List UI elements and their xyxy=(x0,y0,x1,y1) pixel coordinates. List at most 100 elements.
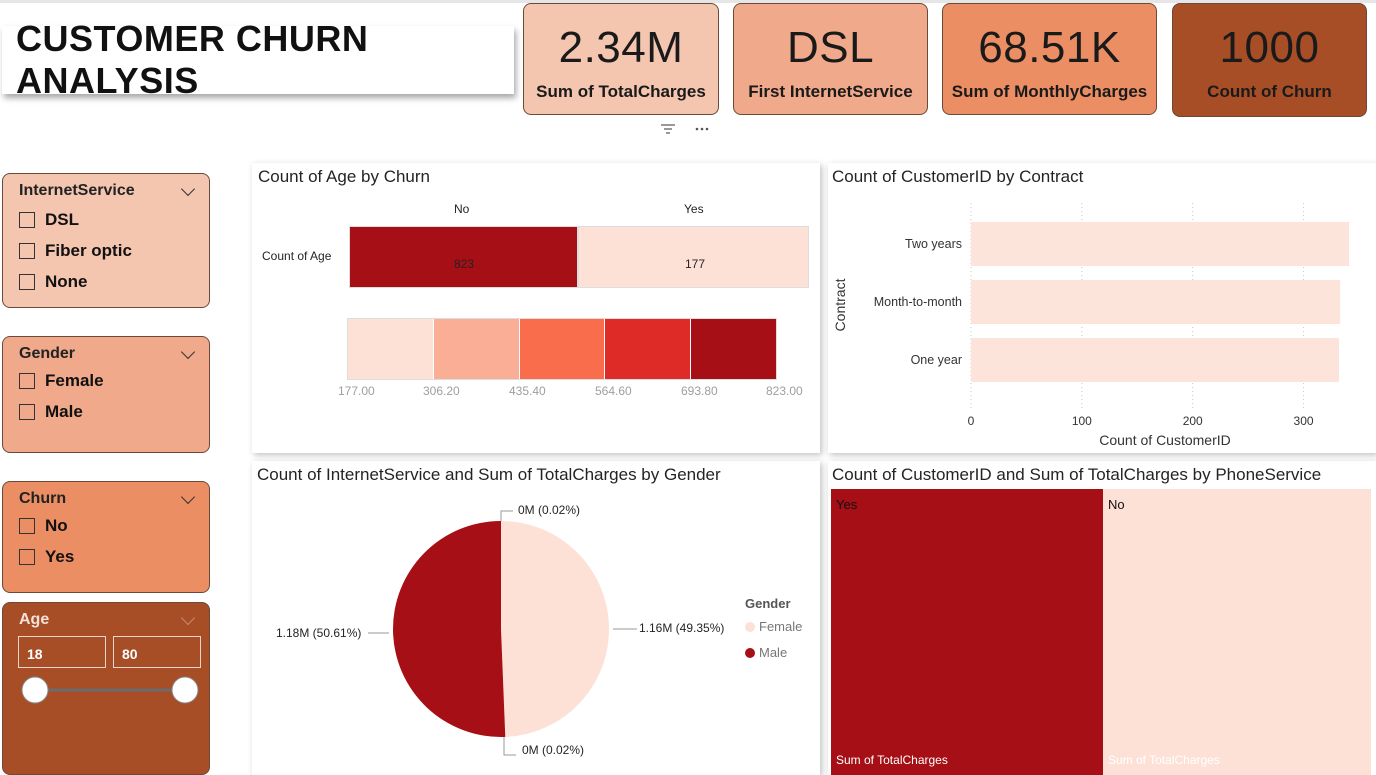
scale-tick: 306.20 xyxy=(423,384,460,398)
color-scale-legend xyxy=(347,318,777,380)
slider-handle-max[interactable] xyxy=(171,676,199,704)
slicer-option-dsl[interactable]: DSL xyxy=(19,204,209,235)
legend-title: Gender xyxy=(745,596,791,611)
card-value: 2.34M xyxy=(558,23,684,72)
slicer-option-male[interactable]: Male xyxy=(19,396,209,427)
pie-label-left: 1.18M (50.61%) xyxy=(276,626,362,640)
legend-marker xyxy=(745,621,755,632)
filter-icon[interactable] xyxy=(660,121,720,137)
y-axis-title: Contract xyxy=(832,278,848,331)
tile-sub-label: Sum of TotalCharges xyxy=(1108,753,1220,767)
card-total-charges[interactable]: 2.34M Sum of TotalCharges xyxy=(523,3,719,115)
card-count-churn[interactable]: 1000 Count of Churn xyxy=(1172,3,1367,117)
column-header-yes: Yes xyxy=(684,202,704,216)
y-tick-label: Month-to-month xyxy=(874,295,962,309)
card-value: 68.51K xyxy=(978,23,1121,72)
age-range-slider[interactable] xyxy=(18,674,203,706)
scale-swatch xyxy=(605,319,692,379)
card-value: DSL xyxy=(786,23,875,72)
column-header-no: No xyxy=(454,202,470,216)
scale-swatch xyxy=(691,319,776,379)
checkbox[interactable] xyxy=(19,242,35,259)
bar[interactable] xyxy=(971,222,1350,266)
scale-swatch xyxy=(519,319,606,379)
slicer-churn[interactable]: Churn No Yes xyxy=(2,481,210,593)
slicer-header: Churn xyxy=(19,490,67,507)
cell-value: 177 xyxy=(685,257,706,271)
matrix-cell-no[interactable]: 823 xyxy=(349,226,578,288)
row-header: Count of Age xyxy=(262,249,332,263)
card-first-internet-service[interactable]: DSL First InternetService xyxy=(733,3,928,115)
slicer-header: InternetService xyxy=(19,182,135,199)
legend-label: Female xyxy=(759,619,803,634)
slicer-option-yes[interactable]: Yes xyxy=(19,541,209,572)
slicer-header: Gender xyxy=(19,345,76,362)
card-monthly-charges[interactable]: 68.51K Sum of MonthlyCharges xyxy=(942,3,1157,115)
visual-title: Count of Age by Churn xyxy=(258,167,431,186)
age-min-input[interactable]: 18 xyxy=(18,636,106,668)
leader-line xyxy=(500,510,513,521)
legend-item-female[interactable]: Female xyxy=(745,619,802,634)
legend-marker xyxy=(745,647,755,658)
leader-line xyxy=(503,737,516,756)
pie-label-top: 0M (0.02%) xyxy=(518,503,581,517)
x-tick-label: 200 xyxy=(1183,414,1203,428)
scale-tick: 564.60 xyxy=(595,384,632,398)
card-label: Sum of TotalCharges xyxy=(536,82,706,101)
checkbox[interactable] xyxy=(19,403,35,420)
gender-pie-chart[interactable]: Count of InternetService and Sum of Tota… xyxy=(252,461,820,775)
age-max-input[interactable]: 80 xyxy=(113,636,201,668)
treemap-tile-yes[interactable]: Yes Sum of TotalCharges xyxy=(831,489,1103,775)
visual-header-icons xyxy=(660,121,720,140)
pie-slice[interactable] xyxy=(393,521,506,737)
treemap-tile-no[interactable]: No Sum of TotalCharges xyxy=(1103,489,1371,775)
report-title-box: CUSTOMER CHURN ANALYSIS xyxy=(2,18,514,101)
matrix-cell-yes[interactable]: 177 xyxy=(578,226,809,288)
bar[interactable] xyxy=(971,280,1341,324)
report-title: CUSTOMER CHURN ANALYSIS xyxy=(16,18,369,101)
matrix-visual[interactable]: Count of Age by Churn No Yes Count of Ag… xyxy=(252,163,820,453)
y-tick-label: Two years xyxy=(905,237,962,251)
scale-swatch xyxy=(433,319,520,379)
tile-label: No xyxy=(1108,497,1125,512)
x-tick-label: 100 xyxy=(1072,414,1092,428)
slider-handle-min[interactable] xyxy=(21,676,49,704)
x-tick-label: 0 xyxy=(968,414,975,428)
card-label: First InternetService xyxy=(748,82,913,101)
card-label: Count of Churn xyxy=(1207,82,1332,101)
checkbox[interactable] xyxy=(19,517,35,534)
tile-label: Yes xyxy=(836,497,858,512)
card-value: 1000 xyxy=(1219,23,1320,72)
scale-tick: 435.40 xyxy=(509,384,546,398)
slicer-gender[interactable]: Gender Female Male xyxy=(2,336,210,453)
scale-tick: 823.00 xyxy=(766,384,803,398)
pie-label-bottom: 0M (0.02%) xyxy=(522,743,585,757)
scale-tick: 177.00 xyxy=(338,384,375,398)
checkbox[interactable] xyxy=(19,211,35,228)
phone-service-treemap[interactable]: Count of CustomerID and Sum of TotalChar… xyxy=(828,461,1376,775)
checkbox[interactable] xyxy=(19,548,35,565)
contract-chart-canvas: 0 100 200 300 Two years Month-to-month One yea… xyxy=(832,203,1350,448)
slicer-option-female[interactable]: Female xyxy=(19,365,209,396)
contract-bar-chart[interactable]: Count of CustomerID by Contract 0 100 200 3… xyxy=(828,163,1376,453)
scale-tick: 693.80 xyxy=(681,384,718,398)
pie-slice[interactable] xyxy=(501,521,610,737)
checkbox[interactable] xyxy=(19,273,35,290)
bar[interactable] xyxy=(971,338,1340,382)
checkbox[interactable] xyxy=(19,372,35,389)
slicer-header: Age xyxy=(19,611,50,628)
y-tick-label: One year xyxy=(911,353,962,367)
scale-swatch xyxy=(348,319,434,379)
slicer-option-no[interactable]: No xyxy=(19,510,209,541)
slicer-option-none[interactable]: None xyxy=(19,266,209,297)
cell-value: 823 xyxy=(454,257,475,271)
slicer-option-fiber-optic[interactable]: Fiber optic xyxy=(19,235,209,266)
x-axis-title: Count of CustomerID xyxy=(1099,432,1231,448)
pie-label-right: 1.16M (49.35%) xyxy=(639,621,725,635)
tile-sub-label: Sum of TotalCharges xyxy=(836,753,948,767)
slicer-internet-service[interactable]: InternetService DSL Fiber optic None xyxy=(2,173,210,308)
card-label: Sum of MonthlyCharges xyxy=(951,82,1148,101)
visual-title: Count of CustomerID and Sum of TotalChar… xyxy=(832,465,1322,484)
legend-label: Male xyxy=(759,645,788,660)
legend-item-male[interactable]: Male xyxy=(745,645,787,660)
